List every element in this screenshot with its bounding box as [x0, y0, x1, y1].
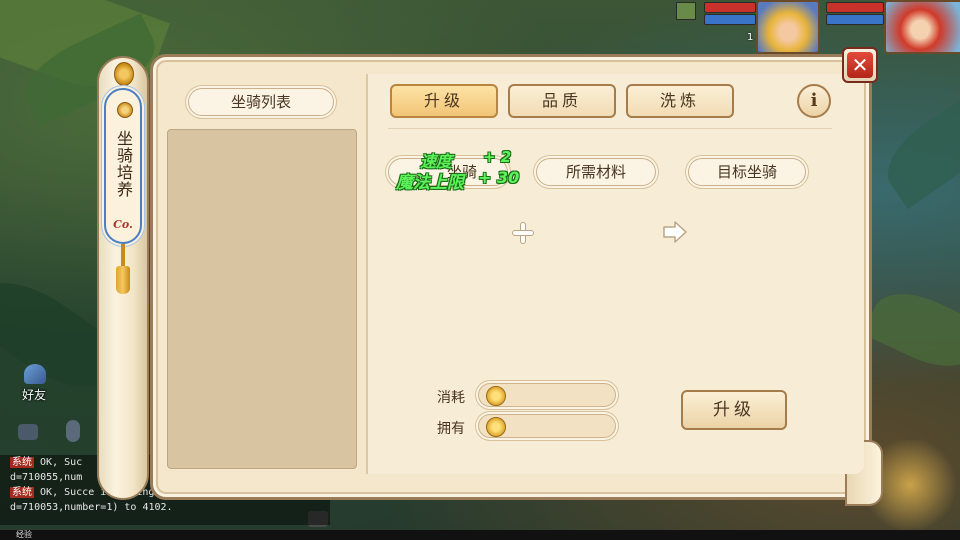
scroll-knot [114, 62, 134, 86]
cost-label: 消耗 [437, 390, 465, 406]
floating-stat-mana-value: + 30 [478, 168, 520, 187]
coin-emblem-icon [117, 102, 133, 118]
chat-tag: 系统 [10, 457, 34, 468]
gold-coin-icon [486, 386, 506, 406]
tab-upgrade[interactable]: 升级 [390, 84, 498, 118]
player-mp-bar [826, 14, 884, 25]
floating-stat-mana: 魔法上限 [396, 168, 464, 193]
chat-icon[interactable] [18, 424, 38, 440]
owned-field [478, 414, 616, 438]
microphone-icon[interactable] [66, 420, 80, 442]
side-tab-label: 坐骑培养 [114, 130, 133, 198]
minimap-toggle[interactable] [676, 2, 696, 20]
player-portrait[interactable] [884, 0, 960, 54]
cost-field [478, 383, 616, 407]
materials-label: 所需材料 [536, 158, 656, 186]
chat-text: OK, Suc [40, 457, 83, 468]
level-a: 1 [747, 32, 754, 43]
mount-list[interactable] [167, 129, 357, 469]
mount-list-title: 坐骑列表 [188, 88, 334, 116]
tab-mount-training[interactable]: 坐骑培养 Co. [104, 88, 142, 244]
tab-refine[interactable]: 洗炼 [626, 84, 734, 118]
gold-coin-icon [486, 417, 506, 437]
exp-bar: 经验 [0, 530, 960, 540]
exp-label: 经验 [16, 530, 32, 539]
hp-bar [704, 2, 756, 13]
info-icon[interactable]: i [797, 84, 831, 118]
tabs-divider [388, 128, 832, 129]
close-icon: ✕ [847, 52, 873, 78]
chat-line: d=710053,number=1) to 4102. [10, 500, 330, 515]
jungle-leaf [862, 279, 960, 381]
detail-pane [366, 74, 864, 474]
chat-text: d=710055,num [10, 472, 83, 483]
pet-portrait[interactable] [756, 0, 820, 54]
owned-label: 拥有 [437, 421, 465, 437]
tassel-rope [121, 244, 125, 266]
close-button[interactable]: ✕ [842, 47, 878, 83]
jungle-leaf [873, 91, 960, 209]
chat-text: d=710053,number=1) to 4102. [10, 502, 173, 513]
tassel [116, 266, 130, 294]
target-mount-label: 目标坐骑 [688, 158, 806, 186]
plus-icon [512, 222, 534, 244]
arrow-right-icon [663, 221, 687, 243]
mp-bar [704, 14, 756, 25]
side-tab-logo: Co. [113, 218, 133, 231]
floating-stat-speed-value: + 2 [483, 148, 512, 166]
stat-name: 魔法上限 [396, 173, 464, 193]
tab-quality[interactable]: 品质 [508, 84, 616, 118]
friends-button[interactable]: 好友 [18, 362, 54, 402]
player-hp-bar [826, 2, 884, 13]
upgrade-button[interactable]: 升级 [681, 390, 787, 430]
friends-label: 好友 [22, 388, 47, 402]
friends-icon [24, 364, 46, 384]
chat-tag: 系统 [10, 487, 34, 498]
